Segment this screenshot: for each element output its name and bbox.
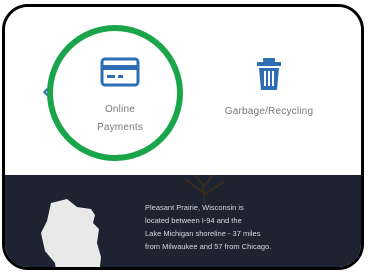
garbage-recycling-tile[interactable]: Garbage/Recycling: [199, 53, 339, 153]
location-info-panel: Pleasant Prairie, Wisconsin is located b…: [5, 175, 361, 267]
highlight-circle: [47, 25, 183, 161]
location-description: Pleasant Prairie, Wisconsin is located b…: [145, 203, 272, 252]
device-frame: ‹ Online Payments Garbage/Recycling Plea…: [2, 4, 364, 270]
service-tiles-area: ‹ Online Payments Garbage/Recycling: [5, 7, 361, 177]
trash-can-icon: [257, 58, 281, 90]
garbage-recycling-label: Garbage/Recycling: [224, 106, 314, 117]
wisconsin-map-graphic: [41, 199, 101, 267]
